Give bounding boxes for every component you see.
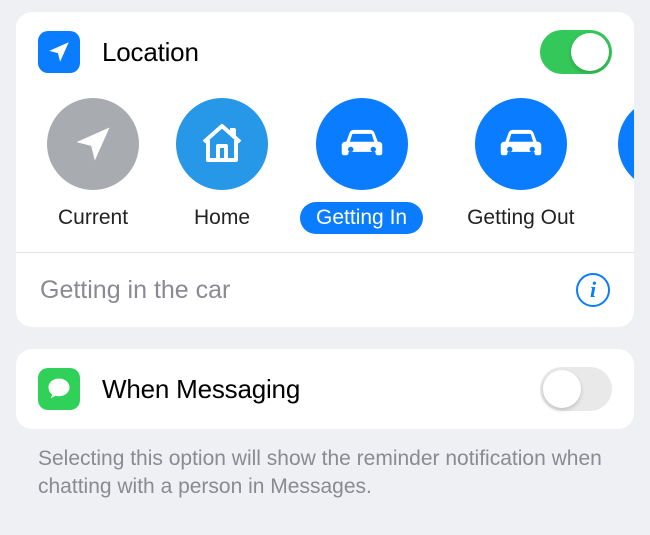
option-current[interactable]: Current [42, 98, 144, 234]
option-getting-in[interactable]: Getting In [300, 98, 423, 234]
house-icon [176, 98, 268, 190]
option-getting-out[interactable]: Getting Out [451, 98, 590, 234]
messaging-header: When Messaging [16, 349, 634, 429]
location-header: Location [16, 12, 634, 84]
location-toggle[interactable] [540, 30, 612, 74]
info-icon[interactable]: i [576, 273, 610, 307]
option-label: Home [178, 202, 266, 234]
messaging-toggle[interactable] [540, 367, 612, 411]
location-options-row: Current Home Getting In [16, 84, 634, 252]
option-home[interactable]: Home [172, 98, 272, 234]
messaging-title: When Messaging [102, 374, 300, 405]
chat-bubble-icon [38, 368, 80, 410]
location-title: Location [102, 37, 199, 68]
navigate-icon [38, 31, 80, 73]
messaging-card: When Messaging [16, 349, 634, 429]
location-status-row: Getting in the car i [16, 252, 634, 327]
toggle-knob [571, 33, 609, 71]
messaging-helper-text: Selecting this option will show the remi… [16, 445, 634, 502]
car-icon [316, 98, 408, 190]
option-label: Getting Out [451, 202, 590, 234]
location-card: Location Current Home [16, 12, 634, 327]
option-label: Current [42, 202, 144, 234]
location-status-text: Getting in the car [40, 276, 230, 305]
navigate-icon [47, 98, 139, 190]
car-icon [475, 98, 567, 190]
option-label: Getting In [300, 202, 423, 234]
option-custom[interactable]: Custom [618, 98, 634, 234]
car-icon [618, 98, 634, 190]
toggle-knob [543, 370, 581, 408]
